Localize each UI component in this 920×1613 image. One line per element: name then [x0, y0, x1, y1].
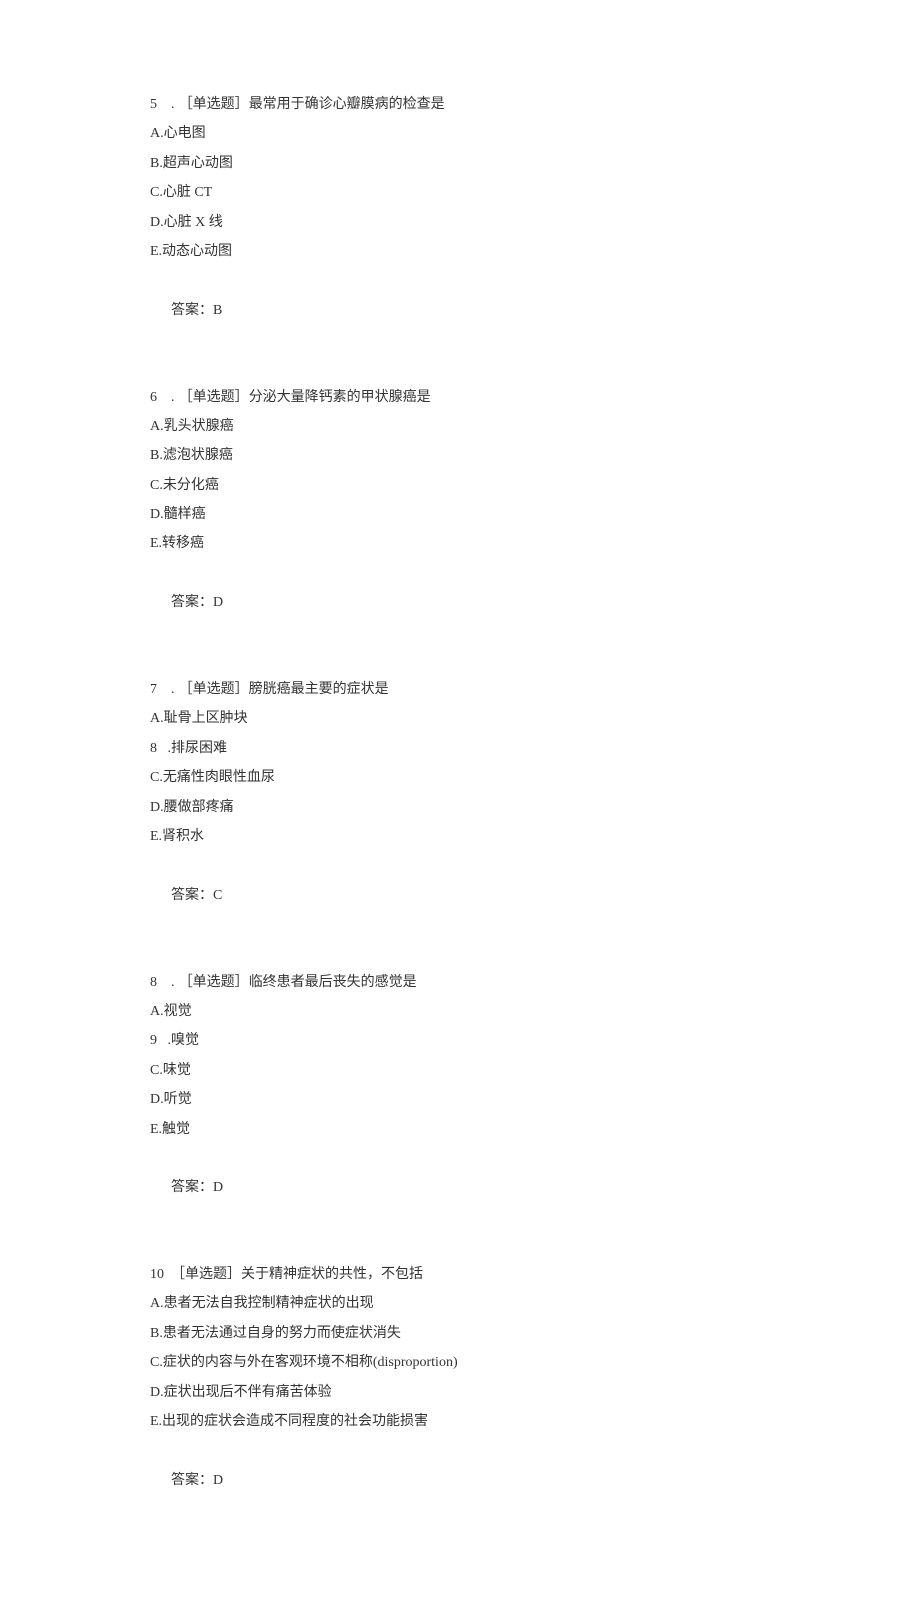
answer-line: 答案：C	[150, 851, 770, 939]
option-a: A.视觉	[150, 997, 770, 1026]
question-header: 8 . ［单选题］ 临终患者最后丧失的感觉是	[150, 968, 770, 997]
answer-label: 答案：	[171, 303, 213, 318]
question-tag: ［单选题］	[179, 675, 249, 704]
option-c: C.味觉	[150, 1056, 770, 1085]
question-dot: .	[171, 383, 175, 412]
option-e: E.动态心动图	[150, 237, 770, 266]
option-c: C.症状的内容与外在客观环境不相称(disproportion)	[150, 1348, 770, 1377]
option-e: E.转移癌	[150, 529, 770, 558]
question-block-5: 5 . ［单选题］ 最常用于确诊心瓣膜病的检查是 A.心电图 B.超声心动图 C…	[150, 90, 770, 355]
question-stem: 膀胱癌最主要的症状是	[249, 675, 389, 704]
answer-label: 答案：	[171, 888, 213, 903]
question-tag: ［单选题］	[171, 1260, 241, 1289]
question-header: 7 . ［单选题］ 膀胱癌最主要的症状是	[150, 675, 770, 704]
answer-value: D	[213, 1473, 223, 1488]
question-block-7: 7 . ［单选题］ 膀胱癌最主要的症状是 A.耻骨上区肿块 8 .排尿困难 C.…	[150, 675, 770, 940]
question-block-8: 8 . ［单选题］ 临终患者最后丧失的感觉是 A.视觉 9 .嗅觉 C.味觉 D…	[150, 968, 770, 1233]
option-b: 8 .排尿困难	[150, 734, 770, 763]
option-b: 9 .嗅觉	[150, 1026, 770, 1055]
answer-line: 答案：D	[150, 1144, 770, 1232]
question-header: 10 ［单选题］ 关于精神症状的共性，不包括	[150, 1260, 770, 1289]
option-c: C.未分化癌	[150, 471, 770, 500]
option-b: B.滤泡状腺癌	[150, 441, 770, 470]
question-block-6: 6 . ［单选题］ 分泌大量降钙素的甲状腺癌是 A.乳头状腺癌 B.滤泡状腺癌 …	[150, 383, 770, 648]
answer-line: 答案：D	[150, 1436, 770, 1524]
option-a: A.耻骨上区肿块	[150, 704, 770, 733]
question-stem: 关于精神症状的共性，不包括	[241, 1260, 423, 1289]
answer-label: 答案：	[171, 595, 213, 610]
document-page: 5 . ［单选题］ 最常用于确诊心瓣膜病的检查是 A.心电图 B.超声心动图 C…	[0, 0, 920, 1613]
answer-value: D	[213, 595, 223, 610]
option-d: D.症状出现后不伴有痛苦体验	[150, 1378, 770, 1407]
question-header: 6 . ［单选题］ 分泌大量降钙素的甲状腺癌是	[150, 383, 770, 412]
option-d: D.腰做部疼痛	[150, 793, 770, 822]
option-a: A.患者无法自我控制精神症状的出现	[150, 1289, 770, 1318]
answer-value: D	[213, 1180, 223, 1195]
option-d: D.听觉	[150, 1085, 770, 1114]
question-number: 8	[150, 968, 171, 997]
answer-line: 答案：B	[150, 266, 770, 354]
option-c: C.无痛性肉眼性血尿	[150, 763, 770, 792]
question-block-10: 10 ［单选题］ 关于精神症状的共性，不包括 A.患者无法自我控制精神症状的出现…	[150, 1260, 770, 1525]
question-tag: ［单选题］	[179, 968, 249, 997]
question-header: 5 . ［单选题］ 最常用于确诊心瓣膜病的检查是	[150, 90, 770, 119]
question-stem: 最常用于确诊心瓣膜病的检查是	[249, 90, 445, 119]
question-dot: .	[171, 90, 175, 119]
answer-line: 答案：D	[150, 559, 770, 647]
answer-label: 答案：	[171, 1180, 213, 1195]
question-tag: ［单选题］	[179, 383, 249, 412]
option-e: E.出现的症状会造成不同程度的社会功能损害	[150, 1407, 770, 1436]
option-e: E.肾积水	[150, 822, 770, 851]
question-number: 5	[150, 90, 171, 119]
question-stem: 分泌大量降钙素的甲状腺癌是	[249, 383, 431, 412]
answer-value: C	[213, 888, 222, 903]
option-e: E.触觉	[150, 1115, 770, 1144]
question-stem: 临终患者最后丧失的感觉是	[249, 968, 417, 997]
option-c: C.心脏 CT	[150, 178, 770, 207]
option-d: D.髓样癌	[150, 500, 770, 529]
option-a: A.乳头状腺癌	[150, 412, 770, 441]
question-number: 6	[150, 383, 171, 412]
question-dot: .	[171, 968, 175, 997]
answer-value: B	[213, 303, 222, 318]
question-number: 10	[150, 1260, 171, 1289]
option-a: A.心电图	[150, 119, 770, 148]
question-number: 7	[150, 675, 171, 704]
answer-label: 答案：	[171, 1473, 213, 1488]
question-dot: .	[171, 675, 175, 704]
option-b: B.超声心动图	[150, 149, 770, 178]
question-tag: ［单选题］	[179, 90, 249, 119]
option-d: D.心脏 X 线	[150, 208, 770, 237]
option-b: B.患者无法通过自身的努力而使症状消失	[150, 1319, 770, 1348]
